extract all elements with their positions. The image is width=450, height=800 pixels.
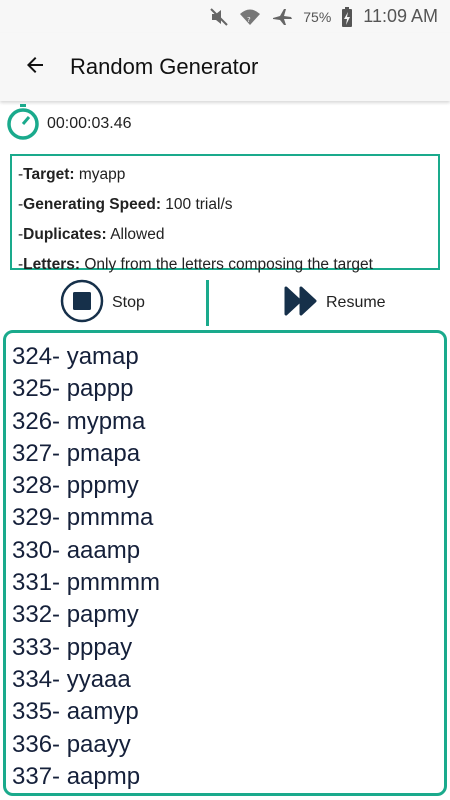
list-item: 329- pmmma [12,504,154,532]
info-target-label: Target: [23,166,75,183]
list-item: 325- pappp [12,375,134,403]
fast-forward-icon [284,286,318,321]
list-item: 330- aaamp [12,536,141,564]
app-bar: Random Generator [0,33,450,101]
status-bar: ? 75% 11:09 AM [0,0,450,33]
list-item: 337- aapmp [12,762,141,790]
generator-controls: Stop Resume [0,279,450,328]
info-duplicates: -Duplicates: Allowed [18,226,165,243]
info-target: -Target: myapp [18,166,126,183]
info-letters-label: Letters: [23,256,81,273]
clock-time: 11:09 AM [363,6,438,26]
stop-label: Stop [112,294,145,311]
back-button[interactable] [0,33,70,101]
list-item: 328- pppmy [12,472,139,500]
list-item: 333- pppay [12,633,133,661]
info-speed-label: Generating Speed: [23,196,161,213]
info-speed-value: 100 trial/s [165,196,233,213]
stopwatch-icon [5,103,41,146]
resume-button[interactable]: Resume [284,280,386,326]
list-item: 334- yyaaa [12,665,131,693]
svg-text:?: ? [247,16,251,24]
results-list[interactable]: 324- yamap 325- pappp 326- mypma 327- pm… [3,330,447,796]
info-target-value: myapp [78,166,126,183]
controls-divider [206,280,209,326]
battery-percent: 75% [303,8,332,25]
stop-icon [60,279,104,328]
list-item: 335- aamyp [12,698,139,726]
resume-label: Resume [326,294,386,311]
elapsed-time: 00:00:03.46 [47,115,132,132]
mute-icon [209,7,229,27]
settings-summary: -Target: myapp -Generating Speed: 100 tr… [10,154,440,273]
arrow-left-icon [23,53,47,82]
wifi-icon: ? [239,7,261,27]
info-letters-value: Only from the letters composing the targ… [84,256,373,273]
battery-charging-icon [341,6,353,28]
list-item: 327- pmapa [12,439,141,467]
list-item: 331- pmmmm [12,569,161,597]
list-item: 332- papmy [12,601,139,629]
airplane-icon [271,7,293,27]
list-item: 326- mypma [12,407,146,435]
timer: 00:00:03.46 [5,103,132,146]
info-duplicates-label: Duplicates: [23,226,107,243]
info-speed: -Generating Speed: 100 trial/s [18,196,233,213]
list-item: 324- yamap [12,343,139,370]
info-duplicates-value: Allowed [110,226,165,243]
stop-button[interactable]: Stop [60,279,145,328]
page-title: Random Generator [70,54,259,79]
info-letters: -Letters: Only from the letters composin… [18,256,373,273]
list-item: 336- paayy [12,730,131,758]
